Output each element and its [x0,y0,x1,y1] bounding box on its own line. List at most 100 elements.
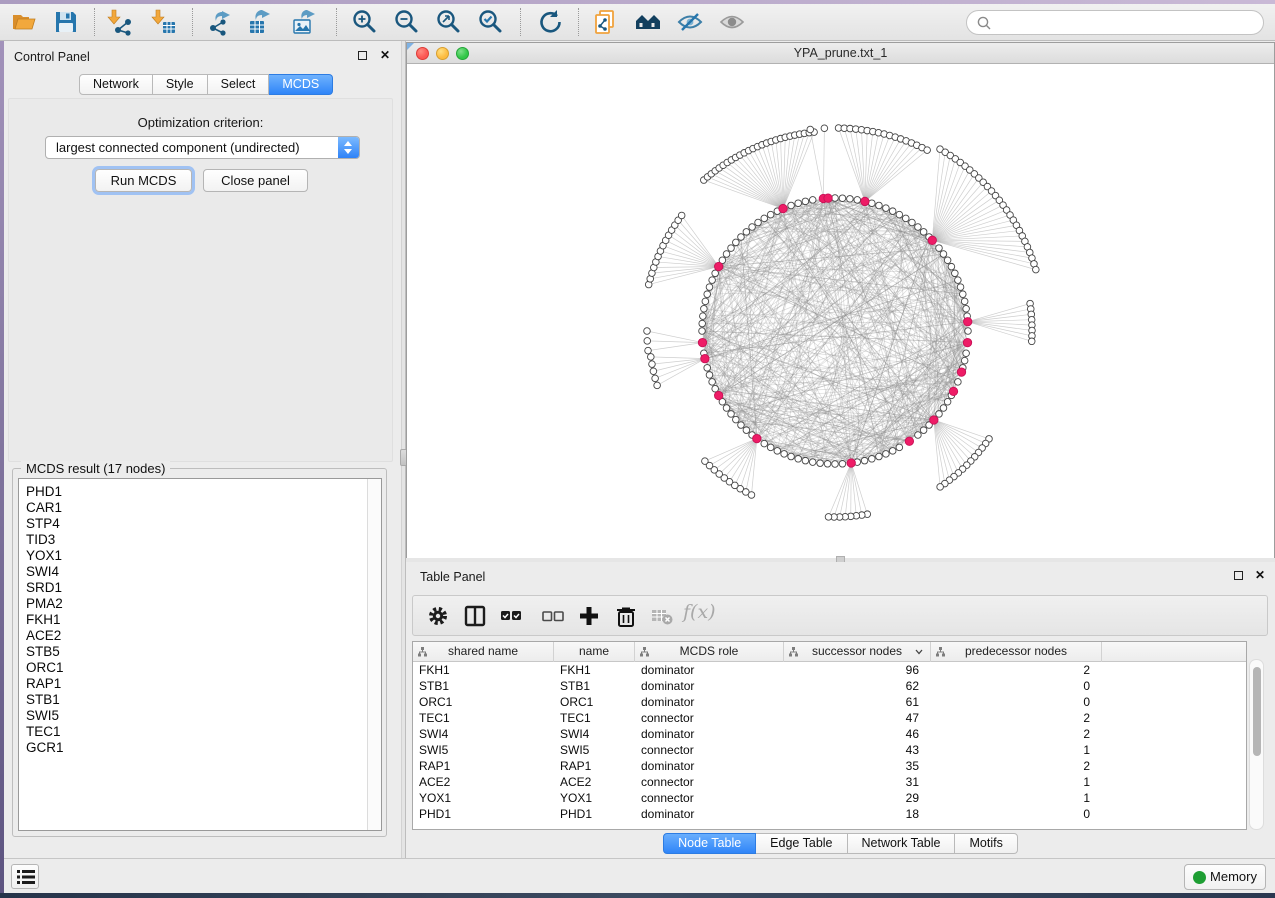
zoom-selected-icon[interactable] [476,8,504,36]
import-table-icon[interactable] [150,8,178,36]
graph-node[interactable] [847,196,854,203]
export-image-icon[interactable] [290,8,318,36]
criterion-dropdown[interactable]: largest connected component (undirected) [45,136,360,159]
graph-node[interactable] [869,456,876,463]
mcds-result-item[interactable]: SWI5 [26,708,381,724]
table-cell[interactable]: SWI4 [554,726,635,742]
mcds-result-item[interactable]: GCR1 [26,740,381,756]
graph-node[interactable] [965,328,972,335]
memory-button[interactable]: Memory [1184,864,1266,890]
graph-node[interactable] [861,457,868,464]
graph-node[interactable] [699,328,706,335]
mcds-result-item[interactable]: STP4 [26,516,381,532]
table-row[interactable]: ORC1ORC1dominator610 [413,694,1246,710]
graph-node[interactable] [961,357,968,364]
mcds-result-item[interactable]: PMA2 [26,596,381,612]
table-cell[interactable]: connector [635,774,784,790]
graph-node[interactable] [902,215,909,222]
table-cell[interactable]: connector [635,710,784,726]
graph-node[interactable] [948,263,955,270]
table-cell[interactable]: ACE2 [413,774,554,790]
table-cell[interactable]: 47 [784,710,931,726]
delete-table-icon[interactable] [650,604,674,628]
tab-network-table[interactable]: Network Table [848,833,956,854]
table-cell[interactable]: FKH1 [554,662,635,678]
table-cell[interactable]: 0 [931,694,1102,710]
zoom-in-icon[interactable] [350,8,378,36]
graph-node[interactable] [955,379,962,386]
graph-leaf-node[interactable] [654,382,661,389]
table-cell[interactable]: 18 [784,806,931,822]
table-row[interactable]: PHD1PHD1dominator180 [413,806,1246,822]
task-history-button[interactable] [11,864,39,889]
table-row[interactable]: RAP1RAP1dominator352 [413,758,1246,774]
tab-network[interactable]: Network [79,74,153,95]
graph-node[interactable] [952,270,959,277]
graph-node[interactable] [960,291,967,298]
graph-node[interactable] [788,453,795,460]
graph-node[interactable] [733,239,740,246]
graph-leaf-node[interactable] [1028,338,1035,345]
table-cell[interactable]: 96 [784,662,931,678]
table-cell[interactable]: 2 [931,710,1102,726]
graph-leaf-node[interactable] [678,212,685,219]
graph-mcds-hub-node[interactable] [861,197,869,205]
table-cell[interactable]: SWI4 [413,726,554,742]
graph-leaf-node[interactable] [645,347,652,354]
graph-node[interactable] [767,211,774,218]
mcds-result-item[interactable]: STB5 [26,644,381,660]
graph-node[interactable] [702,298,709,305]
first-neighbors-icon[interactable] [634,8,662,36]
graph-node[interactable] [955,277,962,284]
network-graph[interactable] [407,64,1274,558]
graph-node[interactable] [709,379,716,386]
table-cell[interactable]: 1 [931,790,1102,806]
graph-node[interactable] [728,411,735,418]
graph-node[interactable] [755,219,762,226]
mcds-result-item[interactable]: TID3 [26,532,381,548]
graph-node[interactable] [767,444,774,451]
graph-mcds-hub-node[interactable] [930,416,938,424]
graph-node[interactable] [936,411,943,418]
graph-leaf-node[interactable] [702,458,709,465]
graph-node[interactable] [896,444,903,451]
graph-node[interactable] [824,460,831,467]
graph-node[interactable] [709,277,716,284]
graph-node[interactable] [809,459,816,466]
duplicate-network-icon[interactable] [592,8,620,36]
table-row[interactable]: FKH1FKH1dominator962 [413,662,1246,678]
table-cell[interactable]: connector [635,742,784,758]
graph-node[interactable] [817,460,824,467]
tab-style[interactable]: Style [153,74,208,95]
export-table-icon[interactable] [246,8,274,36]
deselect-all-icon[interactable] [541,604,565,628]
refresh-icon[interactable] [536,8,564,36]
table-cell[interactable]: FKH1 [413,662,554,678]
table-cell[interactable]: TEC1 [413,710,554,726]
graph-mcds-hub-node[interactable] [905,437,913,445]
mcds-result-item[interactable]: PHD1 [26,484,381,500]
zoom-out-icon[interactable] [392,8,420,36]
graph-node[interactable] [961,298,968,305]
graph-node[interactable] [706,284,713,291]
show-all-icon[interactable] [718,8,746,36]
graph-node[interactable] [915,224,922,231]
graph-leaf-node[interactable] [649,361,656,368]
column-header-successor-nodes[interactable]: successor nodes [784,642,931,662]
graph-node[interactable] [839,195,846,202]
run-mcds-button[interactable]: Run MCDS [95,169,192,192]
table-cell[interactable]: ORC1 [413,694,554,710]
graph-node[interactable] [940,251,947,258]
table-cell[interactable]: YOX1 [413,790,554,806]
graph-node[interactable] [920,427,927,434]
graph-node[interactable] [738,422,745,429]
graph-leaf-node[interactable] [821,125,828,132]
mcds-result-item[interactable]: ACE2 [26,628,381,644]
table-cell[interactable]: RAP1 [413,758,554,774]
table-cell[interactable]: YOX1 [554,790,635,806]
float-panel-icon[interactable] [358,51,367,60]
mcds-result-item[interactable]: YOX1 [26,548,381,564]
table-cell[interactable]: 61 [784,694,931,710]
graph-node[interactable] [963,350,970,357]
search-input[interactable] [966,10,1264,35]
